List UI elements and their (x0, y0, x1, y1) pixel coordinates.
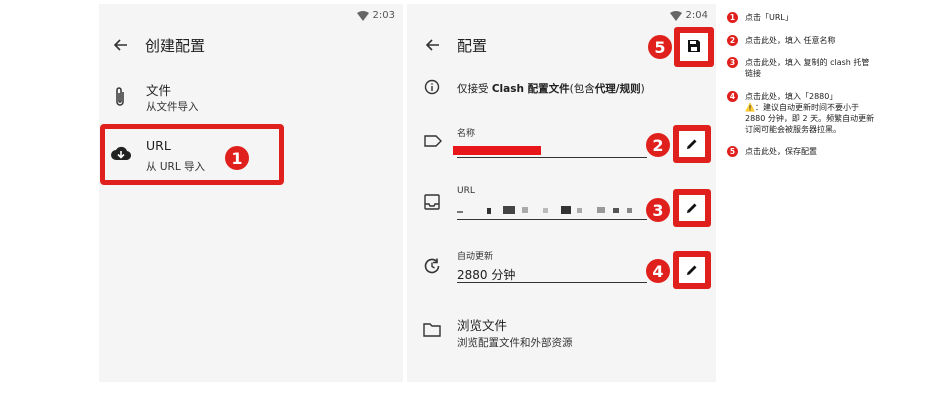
note-4-extra: ⚠️：建议自动更新时间不要小于 2880 分钟，即 2 天。频繁自动更新 订阅可… (745, 103, 875, 134)
auto-update-label: 自动更新 (457, 252, 494, 262)
note-number: 4 (727, 91, 738, 102)
label-tag-icon (424, 135, 442, 147)
cloud-download-icon (111, 146, 131, 160)
info-text: 仅接受 Clash 配置文件(包含代理/规则) (457, 83, 645, 95)
import-url-title: URL (146, 138, 171, 153)
note-3: 3 点击此处，填入 复制的 clash 托管 链接 (727, 57, 869, 79)
name-field-label: 名称 (457, 129, 476, 139)
note-5: 5 点击此处，保存配置 (727, 146, 817, 157)
note-number: 2 (727, 35, 738, 46)
status-bar: 2:03 (356, 10, 395, 21)
url-field-value[interactable] (457, 204, 642, 216)
import-url-subtitle: 从 URL 导入 (146, 161, 206, 173)
auto-update-underline (457, 282, 647, 283)
step-badge-1: 1 (225, 146, 249, 170)
edit-name-button[interactable] (673, 125, 711, 163)
edit-url-button[interactable] (673, 189, 711, 227)
config-screen: 2:04 配置 5 仅接受 Clash 配置文件(包含代理/规则) 名称 2 U… (407, 4, 716, 382)
browse-files-item[interactable]: 浏览文件 浏览配置文件和外部资源 (407, 309, 716, 359)
step-badge-2: 2 (646, 133, 670, 157)
name-field-underline (457, 157, 647, 158)
note-number: 3 (727, 57, 738, 68)
step-badge-3: 3 (646, 198, 670, 222)
browse-files-subtitle: 浏览配置文件和外部资源 (457, 337, 573, 349)
import-file-item[interactable]: 文件 从文件导入 (99, 74, 403, 124)
step-badge-5: 5 (648, 35, 672, 59)
note-number: 1 (727, 12, 738, 23)
paperclip-icon (114, 86, 126, 108)
url-field-underline (457, 219, 647, 220)
pencil-icon (686, 135, 698, 154)
auto-update-value[interactable]: 2880 分钟 (457, 266, 515, 283)
save-icon (687, 38, 701, 57)
name-field-value[interactable] (453, 146, 541, 155)
back-arrow-icon[interactable] (425, 37, 441, 53)
status-time: 2:04 (685, 10, 708, 21)
pencil-icon (686, 261, 698, 280)
back-arrow-icon[interactable] (113, 37, 129, 53)
info-icon (424, 79, 440, 95)
history-icon (423, 257, 441, 275)
edit-auto-update-button[interactable] (673, 251, 711, 289)
note-4: 4 点击此处，填入「2880」 ⚠️：建议自动更新时间不要小于 2880 分钟，… (727, 91, 874, 135)
page-title: 创建配置 (145, 37, 206, 55)
note-2: 2 点击此处，填入 任意名称 (727, 35, 836, 46)
status-time: 2:03 (372, 10, 395, 21)
import-url-item[interactable]: URL 从 URL 导入 1 (99, 124, 284, 185)
folder-icon (423, 323, 441, 337)
import-file-title: 文件 (146, 83, 172, 98)
save-button[interactable] (674, 27, 714, 67)
pencil-icon (686, 199, 698, 218)
note-1: 1 点击「URL」 (727, 12, 793, 23)
wifi-icon (669, 10, 682, 21)
url-field-label: URL (457, 186, 475, 196)
create-config-screen: 2:03 创建配置 文件 从文件导入 URL 从 URL 导入 1 (99, 4, 403, 382)
browse-files-title: 浏览文件 (457, 318, 508, 333)
warning-icon: ⚠️ (745, 103, 755, 112)
inbox-icon (424, 194, 440, 210)
status-bar: 2:04 (669, 10, 708, 21)
page-title: 配置 (457, 37, 488, 55)
note-number: 5 (727, 146, 738, 157)
step-badge-4: 4 (646, 259, 670, 283)
import-file-subtitle: 从文件导入 (146, 101, 199, 113)
wifi-icon (356, 10, 369, 21)
